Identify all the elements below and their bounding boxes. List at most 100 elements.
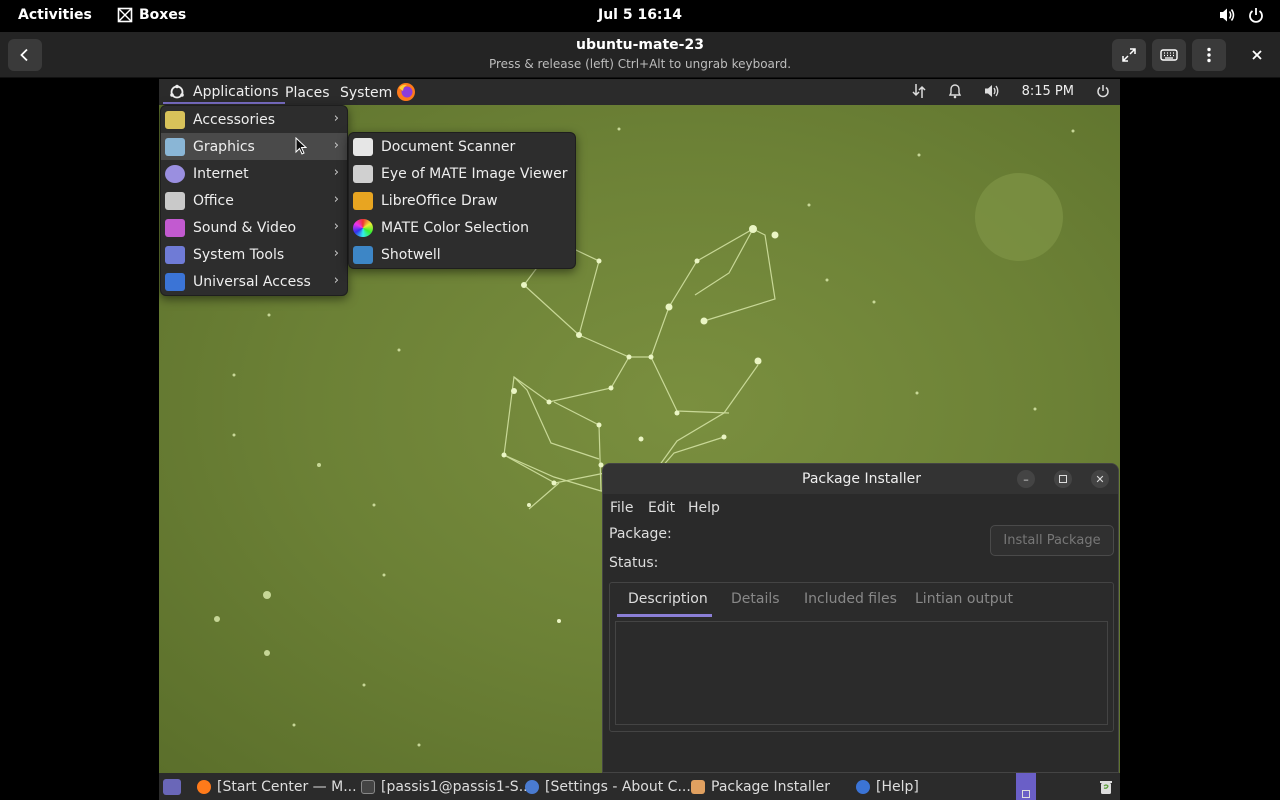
firefox-icon	[397, 83, 415, 101]
menu-item-document-scanner[interactable]: Document Scanner	[349, 133, 575, 160]
mouse-pointer-icon	[295, 137, 307, 155]
panel-indicators: 8:15 PM	[912, 83, 1110, 99]
sound-video-icon	[165, 218, 185, 237]
help-icon	[856, 780, 870, 794]
vm-subtitle: Press & release (left) Ctrl+Alt to ungra…	[488, 57, 792, 71]
applications-dropdown: Accessories › Graphics › Internet › Office ›…	[160, 105, 348, 296]
menu-item-universal-access[interactable]: Universal Access ›	[161, 268, 347, 295]
document-scanner-icon	[353, 137, 373, 156]
graphics-submenu: Document Scanner Eye of MATE Image Viewe…	[348, 132, 576, 269]
applications-menu[interactable]: Applications	[163, 81, 285, 104]
tab-details[interactable]: Details	[731, 591, 780, 607]
maximize-button[interactable]	[1054, 470, 1072, 488]
chevron-right-icon: ›	[333, 111, 339, 126]
firefox-launcher[interactable]	[396, 82, 416, 102]
volume-icon[interactable]	[984, 84, 1000, 98]
menu-item-graphics[interactable]: Graphics ›	[161, 133, 347, 160]
kebab-menu-icon	[1207, 47, 1211, 63]
chevron-left-icon	[20, 48, 28, 62]
terminal-icon	[361, 780, 375, 794]
vm-title: ubuntu-mate-23	[576, 37, 704, 53]
info-notebook: Description Details Included files Linti…	[609, 582, 1114, 732]
places-menu[interactable]: Places	[285, 83, 330, 103]
menu-item-mate-color-selection[interactable]: MATE Color Selection	[349, 214, 575, 241]
menu-item-shotwell[interactable]: Shotwell	[349, 241, 575, 268]
office-icon	[165, 191, 185, 210]
close-button[interactable]	[1240, 39, 1274, 71]
chevron-right-icon: ›	[333, 192, 339, 207]
menu-item-label: Sound & Video	[193, 219, 297, 236]
install-package-button[interactable]: Install Package	[990, 525, 1114, 556]
taskbar-item-label: [Help]	[876, 779, 919, 795]
graphics-icon	[165, 137, 185, 156]
menu-item-label: System Tools	[193, 246, 285, 263]
menu-edit[interactable]: Edit	[648, 500, 675, 516]
notebook-tabs: Description Details Included files Linti…	[610, 583, 1113, 617]
taskbar-item-help[interactable]: [Help]	[856, 778, 919, 796]
boxes-header-bar: ubuntu-mate-23 Press & release (left) Ct…	[0, 32, 1280, 78]
mate-top-panel: Applications Places System 8:15 PM	[159, 79, 1120, 105]
activities-button[interactable]: Activities	[18, 7, 92, 23]
menu-item-label: MATE Color Selection	[381, 219, 529, 236]
menu-item-label: LibreOffice Draw	[381, 192, 498, 209]
clock-button[interactable]: Jul 5 16:14	[598, 7, 682, 23]
tab-description[interactable]: Description	[628, 591, 708, 607]
chevron-right-icon: ›	[333, 273, 339, 288]
fullscreen-button[interactable]	[1112, 39, 1146, 71]
taskbar-item-settings[interactable]: [Settings - About C...	[525, 778, 691, 796]
image-viewer-icon	[353, 164, 373, 183]
network-icon[interactable]	[912, 83, 926, 99]
menu-file[interactable]: File	[610, 500, 633, 516]
gnome-top-bar: Activities Boxes Jul 5 16:14	[0, 0, 1280, 32]
tab-included-files[interactable]: Included files	[804, 591, 897, 607]
system-menu[interactable]: System	[340, 83, 392, 103]
back-button[interactable]	[8, 39, 42, 71]
close-icon	[1252, 50, 1262, 60]
menu-item-office[interactable]: Office ›	[161, 187, 347, 214]
accessories-icon	[165, 110, 185, 129]
menu-item-label: Document Scanner	[381, 138, 516, 155]
mate-bottom-panel: [Start Center — M... [passis1@passis1-S.…	[159, 773, 1120, 800]
menu-item-sound-video[interactable]: Sound & Video ›	[161, 214, 347, 241]
menu-item-eye-of-mate[interactable]: Eye of MATE Image Viewer	[349, 160, 575, 187]
taskbar-item-package-installer[interactable]: Package Installer	[691, 778, 830, 796]
trash-button[interactable]	[1099, 778, 1113, 796]
universal-access-icon	[165, 272, 185, 291]
menu-button[interactable]	[1192, 39, 1226, 71]
window-menubar: File Edit Help	[603, 494, 1118, 520]
chevron-right-icon: ›	[333, 165, 339, 180]
package-icon	[691, 780, 705, 794]
chevron-right-icon: ›	[333, 138, 339, 153]
keyboard-button[interactable]	[1152, 39, 1186, 71]
menu-item-libreoffice-draw[interactable]: LibreOffice Draw	[349, 187, 575, 214]
boxes-app-name: Boxes	[139, 7, 187, 23]
ubuntu-mate-logo-icon	[170, 84, 184, 98]
fullscreen-icon	[1122, 48, 1136, 62]
menu-item-internet[interactable]: Internet ›	[161, 160, 347, 187]
notification-bell-icon[interactable]	[948, 83, 962, 99]
panel-clock[interactable]: 8:15 PM	[1022, 84, 1074, 99]
power-icon[interactable]	[1096, 84, 1110, 98]
minimize-button[interactable]: –	[1017, 470, 1035, 488]
package-label: Package:	[609, 526, 672, 542]
menu-item-accessories[interactable]: Accessories ›	[161, 106, 347, 133]
close-window-button[interactable]: ✕	[1091, 470, 1109, 488]
status-label: Status:	[609, 555, 659, 571]
menu-item-label: Graphics	[193, 138, 255, 155]
taskbar-item-label: [passis1@passis1-S...	[381, 779, 533, 795]
taskbar-item-terminal[interactable]: [passis1@passis1-S...	[361, 778, 532, 796]
system-tray[interactable]	[1218, 7, 1264, 23]
description-text-area[interactable]	[615, 621, 1108, 725]
boxes-app-menu[interactable]: Boxes	[117, 7, 186, 23]
show-desktop-button[interactable]	[163, 778, 181, 796]
menu-help[interactable]: Help	[688, 500, 720, 516]
vm-display[interactable]: Applications Places System 8:15 PM Acces…	[159, 79, 1120, 800]
window-titlebar[interactable]: Package Installer – ✕	[603, 464, 1118, 494]
workspace-switcher[interactable]	[1016, 773, 1036, 800]
taskbar-item-start-center[interactable]: [Start Center — M...	[197, 778, 357, 796]
package-installer-window: Package Installer – ✕ File Edit Help Pac…	[602, 463, 1119, 773]
taskbar-item-label: Package Installer	[711, 779, 830, 795]
shotwell-icon	[353, 245, 373, 264]
tab-lintian-output[interactable]: Lintian output	[915, 591, 1013, 607]
menu-item-system-tools[interactable]: System Tools ›	[161, 241, 347, 268]
